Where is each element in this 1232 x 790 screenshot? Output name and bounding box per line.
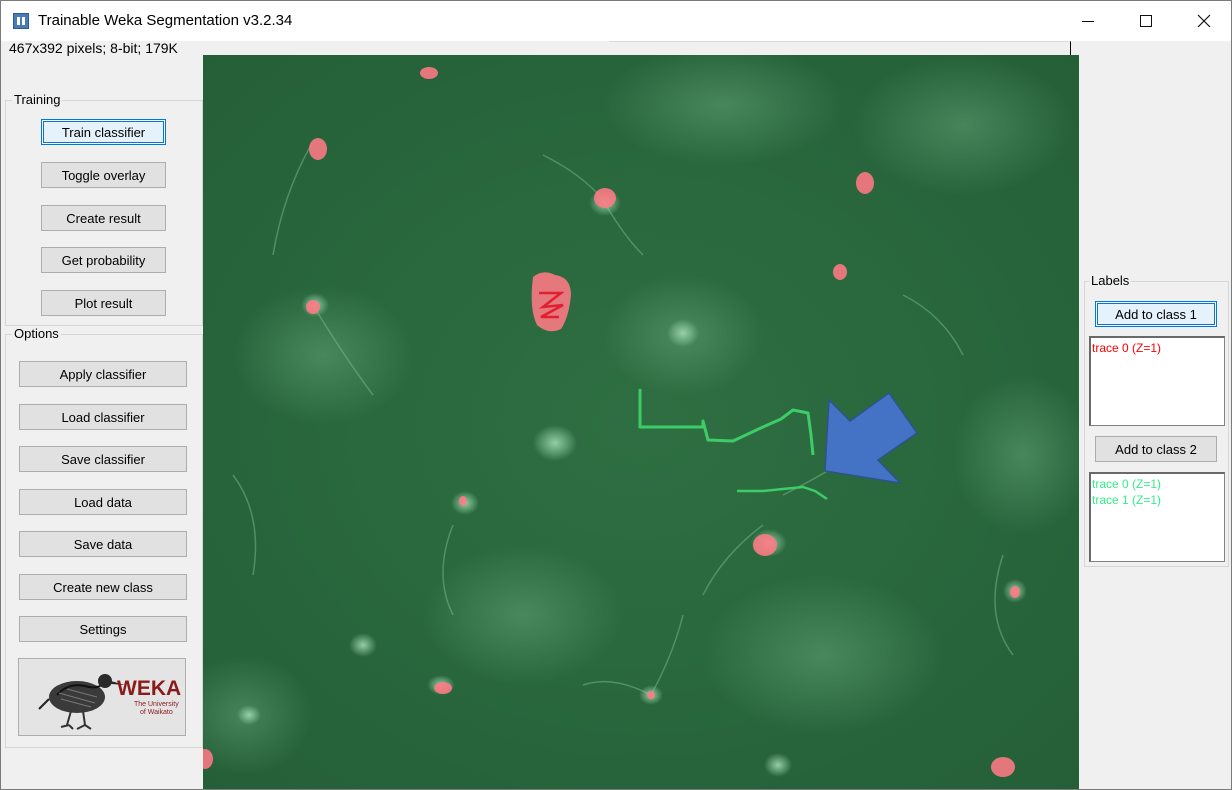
close-icon (1197, 14, 1211, 28)
title-bar[interactable]: Trainable Weka Segmentation v3.2.34 (1, 1, 1231, 41)
class-1-trace-item[interactable]: trace 0 (Z=1) (1092, 340, 1223, 356)
minimize-icon (1082, 20, 1094, 22)
get-probability-button[interactable]: Get probability (41, 247, 166, 273)
imagej-app-icon (13, 13, 29, 29)
load-data-button[interactable]: Load data (19, 489, 187, 515)
settings-button[interactable]: Settings (19, 616, 187, 642)
add-to-class-2-button[interactable]: Add to class 2 (1095, 436, 1217, 462)
options-group-title: Options (12, 326, 61, 341)
labels-group-title: Labels (1089, 273, 1132, 288)
maximize-button[interactable] (1117, 1, 1175, 41)
toggle-overlay-button[interactable]: Toggle overlay (41, 162, 166, 188)
info-bar-divider (609, 41, 1071, 55)
weka-logo-button[interactable]: WEKA The University of Waikato (18, 658, 186, 736)
image-info-text: 467x392 pixels; 8-bit; 179K (9, 40, 178, 56)
weka-logo-text: WEKA (117, 677, 182, 700)
create-new-class-button[interactable]: Create new class (19, 574, 187, 600)
window-title: Trainable Weka Segmentation v3.2.34 (38, 12, 293, 29)
minimize-button[interactable] (1059, 1, 1117, 41)
class-2-trace-list[interactable]: trace 0 (Z=1) trace 1 (Z=1) (1089, 472, 1225, 562)
left-panel: Training Train classifier Toggle overlay… (5, 92, 203, 748)
training-group: Training Train classifier Toggle overlay… (5, 92, 203, 326)
save-classifier-button[interactable]: Save classifier (19, 446, 187, 472)
train-classifier-button[interactable]: Train classifier (41, 119, 166, 145)
training-group-title: Training (12, 92, 63, 107)
plot-result-button[interactable]: Plot result (41, 290, 166, 316)
add-to-class-1-button[interactable]: Add to class 1 (1095, 301, 1217, 327)
close-button[interactable] (1175, 1, 1232, 41)
class-1-trace-list[interactable]: trace 0 (Z=1) (1089, 336, 1225, 426)
image-canvas[interactable] (203, 55, 1079, 789)
class-2-trace-item[interactable]: trace 0 (Z=1) (1092, 476, 1223, 492)
class-2-trace-item[interactable]: trace 1 (Z=1) (1092, 492, 1223, 508)
labels-group: Labels Add to class 1 trace 0 (Z=1) Add … (1084, 273, 1229, 567)
apply-classifier-button[interactable]: Apply classifier (19, 361, 187, 387)
weka-logo-subtitle: The University of Waikato (134, 701, 179, 716)
microscopy-image (203, 55, 1079, 789)
save-data-button[interactable]: Save data (19, 531, 187, 557)
app-window: Trainable Weka Segmentation v3.2.34 467x… (0, 0, 1232, 790)
maximize-icon (1140, 15, 1152, 27)
create-result-button[interactable]: Create result (41, 205, 166, 231)
load-classifier-button[interactable]: Load classifier (19, 404, 187, 430)
